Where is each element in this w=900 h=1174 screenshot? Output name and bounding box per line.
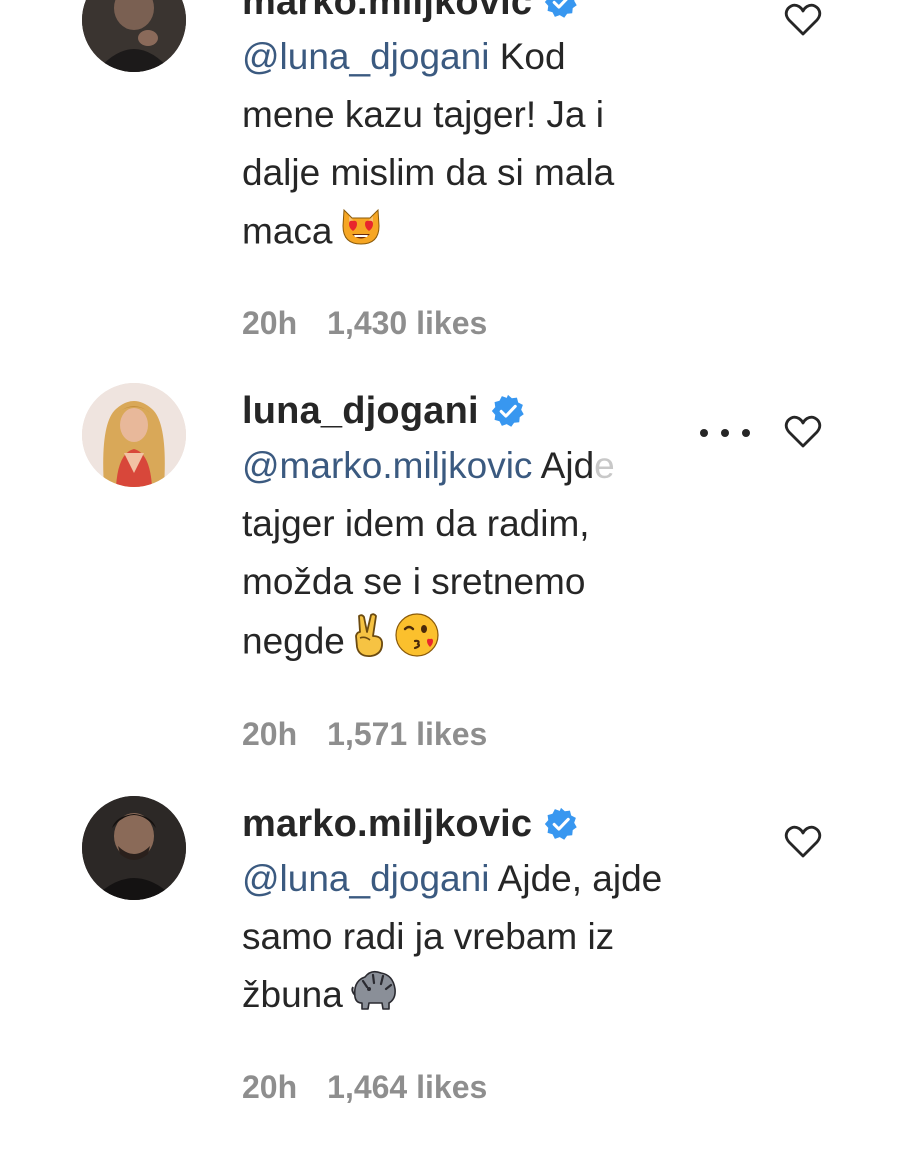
avatar[interactable]	[82, 0, 186, 72]
comment-meta: 20h 1,430 likes	[242, 305, 487, 342]
like-heart-icon[interactable]	[783, 0, 823, 40]
comment-likes-count[interactable]: 1,430 likes	[327, 305, 487, 341]
like-heart-icon[interactable]	[783, 412, 823, 452]
like-heart-icon[interactable]	[783, 822, 823, 862]
verified-badge-icon	[545, 0, 577, 18]
verified-badge-icon	[491, 394, 524, 427]
tiger-icon	[349, 967, 399, 1028]
comment-body: marko.miljkovic @luna_djogani Kod mene k…	[242, 0, 687, 265]
comment-body: marko.miljkovic @luna_djogani Ajde, ajde…	[242, 798, 687, 1028]
verified-badge-icon	[545, 807, 577, 840]
heart-eyes-cat-icon	[338, 202, 384, 265]
comment-username[interactable]: luna_djogani	[242, 390, 479, 433]
comment-likes-count[interactable]: 1,571 likes	[327, 716, 487, 752]
comment-time: 20h	[242, 1069, 298, 1105]
kissing-face-wink-icon	[393, 611, 441, 676]
comment-mention[interactable]: @luna_djogani	[242, 858, 489, 899]
comment-time: 20h	[242, 716, 298, 752]
comments-feed: marko.miljkovic @luna_djogani Kod mene k…	[0, 0, 900, 1174]
comment-text: @marko.miljkovic Ajde tajger idem da rad…	[242, 437, 687, 676]
comment-mention[interactable]: @luna_djogani	[242, 36, 489, 77]
avatar[interactable]	[82, 796, 186, 900]
comment-mention[interactable]: @marko.miljkovic	[242, 445, 532, 486]
comment-username[interactable]: marko.miljkovic	[242, 0, 532, 24]
comment-username[interactable]: marko.miljkovic	[242, 803, 532, 846]
comment-meta: 20h 1,464 likes	[242, 1069, 487, 1106]
comment-time: 20h	[242, 305, 298, 341]
comment-body: luna_djogani @marko.miljkovic Ajde tajge…	[242, 385, 687, 676]
comment-meta: 20h 1,571 likes	[242, 716, 487, 753]
victory-hand-icon	[351, 612, 387, 675]
avatar[interactable]	[82, 383, 186, 487]
comment-likes-count[interactable]: 1,464 likes	[327, 1069, 487, 1105]
comment-text: @luna_djogani Ajde, ajde samo radi ja vr…	[242, 850, 687, 1028]
more-options-icon[interactable]	[697, 426, 753, 440]
comment-text: @luna_djogani Kod mene kazu tajger! Ja i…	[242, 28, 687, 265]
